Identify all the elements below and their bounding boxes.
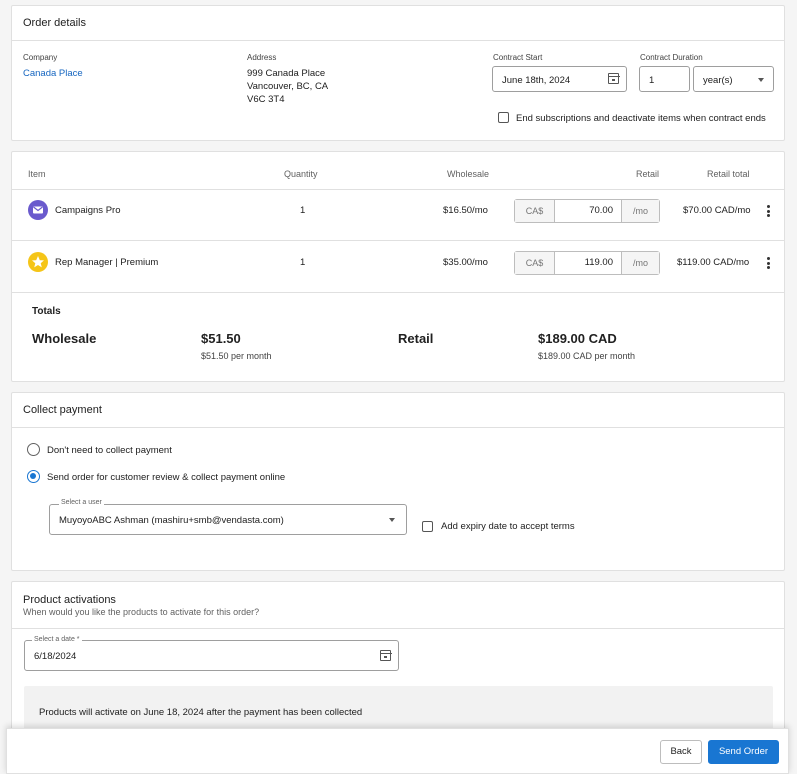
header-retail-total: Retail total <box>707 169 750 179</box>
retail-total-label: Retail <box>398 331 434 346</box>
order-details-card: Order details Company Canada Place Addre… <box>11 5 785 141</box>
activation-date-value: 6/18/2024 <box>34 651 77 662</box>
chevron-down-icon <box>758 78 764 82</box>
activation-subtitle: When would you like the products to acti… <box>23 607 260 617</box>
divider <box>12 292 784 293</box>
star-icon <box>28 252 48 272</box>
duration-unit-value: year(s) <box>703 75 733 86</box>
activation-header: Product activations When would you like … <box>12 582 784 629</box>
currency-prefix: CA$ <box>515 200 555 222</box>
select-user-dropdown[interactable]: MuyoyoABC Ashman (mashiru+smb@vendasta.c… <box>49 504 407 535</box>
end-subscriptions-label: End subscriptions and deactivate items w… <box>516 113 766 124</box>
item-retail-total: $70.00 CAD/mo <box>683 205 751 216</box>
contract-duration-value: 1 <box>649 75 655 86</box>
retail-price-input[interactable]: CA$ 70.00 /mo <box>514 199 660 223</box>
no-payment-radio[interactable] <box>27 443 40 456</box>
chevron-down-icon <box>389 518 395 522</box>
activation-date-input[interactable]: 6/18/2024 <box>24 640 399 671</box>
divider <box>12 189 784 190</box>
header-quantity: Quantity <box>284 169 318 179</box>
send-order-button[interactable]: Send Order <box>708 740 779 764</box>
expiry-date-label: Add expiry date to accept terms <box>441 521 575 532</box>
contract-start-value: June 18th, 2024 <box>502 75 571 86</box>
item-retail-total: $119.00 CAD/mo <box>677 257 750 268</box>
collect-payment-title: Collect payment <box>12 393 784 428</box>
item-wholesale: $35.00/mo <box>443 257 488 268</box>
address-line-2: Vancouver, BC, CA <box>247 81 329 92</box>
calendar-icon[interactable] <box>379 650 392 661</box>
back-button[interactable]: Back <box>660 740 702 764</box>
no-payment-label: Don't need to collect payment <box>47 445 172 456</box>
currency-prefix: CA$ <box>515 252 555 274</box>
retail-price-value: 119.00 <box>584 257 613 268</box>
duration-unit-select[interactable]: year(s) <box>693 66 774 92</box>
collect-payment-card: Collect payment Don't need to collect pa… <box>11 392 785 571</box>
more-options-icon[interactable] <box>767 205 770 219</box>
address-line-3: V6C 3T4 <box>247 94 285 105</box>
activation-title: Product activations <box>23 594 116 606</box>
contract-duration-input[interactable]: 1 <box>639 66 690 92</box>
send-order-label: Send order for customer review & collect… <box>47 472 286 483</box>
calendar-icon[interactable] <box>607 73 620 84</box>
wholesale-total-value: $51.50 <box>201 331 241 346</box>
header-wholesale: Wholesale <box>447 169 490 179</box>
totals-title: Totals <box>32 306 61 317</box>
end-subscriptions-checkbox[interactable] <box>498 112 509 123</box>
period-suffix: /mo <box>621 200 659 222</box>
items-card: Item Quantity Wholesale Retail Retail to… <box>11 151 785 382</box>
header-item: Item <box>28 169 46 179</box>
action-bar: Back Send Order <box>6 728 789 774</box>
item-quantity: 1 <box>300 205 306 216</box>
more-options-icon[interactable] <box>767 257 770 271</box>
contract-start-field[interactable]: June 18th, 2024 <box>492 66 627 92</box>
period-suffix: /mo <box>621 252 659 274</box>
header-retail: Retail <box>636 169 660 179</box>
item-name: Campaigns Pro <box>55 205 121 216</box>
item-name: Rep Manager | Premium <box>55 257 159 268</box>
send-order-radio[interactable] <box>27 470 40 483</box>
wholesale-total-sub: $51.50 per month <box>201 351 272 361</box>
campaigns-icon <box>28 200 48 220</box>
address-line-1: 999 Canada Place <box>247 68 326 79</box>
select-user-label: Select a user <box>59 499 104 506</box>
company-label: Company <box>23 53 58 62</box>
retail-price-value: 70.00 <box>589 205 613 216</box>
company-link[interactable]: Canada Place <box>23 67 83 80</box>
select-user-value: MuyoyoABC Ashman (mashiru+smb@vendasta.c… <box>59 515 284 526</box>
contract-start-label: Contract Start <box>493 53 543 62</box>
divider <box>12 240 784 241</box>
order-details-title: Order details <box>12 6 784 41</box>
wholesale-total-label: Wholesale <box>32 331 97 346</box>
item-wholesale: $16.50/mo <box>443 205 488 216</box>
item-quantity: 1 <box>300 257 306 268</box>
address-label: Address <box>247 53 277 62</box>
retail-total-sub: $189.00 CAD per month <box>538 351 636 361</box>
retail-price-input[interactable]: CA$ 119.00 /mo <box>514 251 660 275</box>
retail-total-value: $189.00 CAD <box>538 331 617 346</box>
activation-date-label: Select a date * <box>32 636 82 643</box>
contract-duration-label: Contract Duration <box>640 53 703 62</box>
expiry-date-checkbox[interactable] <box>422 521 433 532</box>
